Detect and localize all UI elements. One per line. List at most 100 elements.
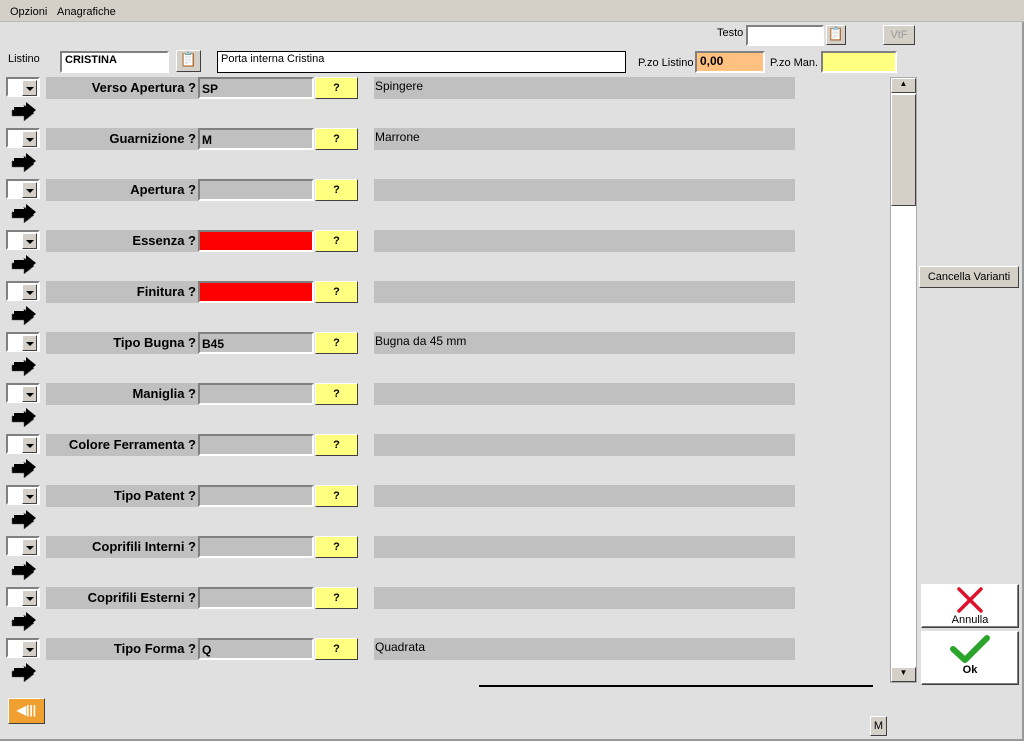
pzo-man-label: P.zo Man. <box>770 57 819 69</box>
scroll-down-button[interactable]: ▼ <box>891 667 916 682</box>
arrow-right-icon[interactable] <box>10 254 38 274</box>
variant-label: Essenza ? <box>46 230 198 252</box>
arrow-right-icon[interactable] <box>10 560 38 580</box>
listino-input[interactable]: CRISTINA <box>60 51 169 73</box>
pzo-listino-input[interactable]: 0,00 <box>695 51 765 73</box>
variant-lookup-button[interactable]: ? <box>315 332 358 354</box>
chevron-down-icon[interactable] <box>22 386 37 402</box>
variant-combo[interactable] <box>6 587 40 607</box>
chevron-down-icon[interactable] <box>22 284 37 300</box>
variant-description: Quadrata <box>374 638 795 660</box>
testo-lookup-icon[interactable]: 📋 <box>826 25 846 45</box>
chevron-down-icon[interactable] <box>22 182 37 198</box>
chevron-down-icon[interactable] <box>22 488 37 504</box>
variant-lookup-button[interactable]: ? <box>315 536 358 558</box>
ok-button[interactable]: Ok <box>921 631 1019 685</box>
variant-combo[interactable] <box>6 638 40 658</box>
arrow-right-icon[interactable] <box>10 305 38 325</box>
variant-code-input[interactable]: M <box>198 128 314 150</box>
variant-description: Bugna da 45 mm <box>374 332 795 354</box>
variant-combo[interactable] <box>6 230 40 250</box>
pzo-man-input[interactable] <box>821 51 897 73</box>
variant-combo[interactable] <box>6 128 40 148</box>
variant-code-input[interactable] <box>198 587 314 609</box>
chevron-down-icon[interactable] <box>22 335 37 351</box>
chevron-down-icon[interactable] <box>22 641 37 657</box>
scroll-up-button[interactable]: ▲ <box>891 78 916 93</box>
variant-lookup-button[interactable]: ? <box>315 230 358 252</box>
listino-lookup-icon[interactable]: 📋 <box>176 50 201 72</box>
variant-description <box>374 587 795 609</box>
variant-code-input[interactable] <box>198 383 314 405</box>
variant-combo[interactable] <box>6 434 40 454</box>
chevron-down-icon[interactable] <box>22 80 37 96</box>
variant-lookup-button[interactable]: ? <box>315 383 358 405</box>
variant-description <box>374 434 795 456</box>
cancella-varianti-button[interactable]: Cancella Varianti <box>919 266 1019 288</box>
testo-input[interactable] <box>746 25 824 46</box>
variant-lookup-button[interactable]: ? <box>315 128 358 150</box>
variant-label: Coprifili Esterni ? <box>46 587 198 609</box>
chevron-down-icon[interactable] <box>22 539 37 555</box>
variant-combo[interactable] <box>6 281 40 301</box>
arrow-right-icon[interactable] <box>10 356 38 376</box>
variant-lookup-button[interactable]: ? <box>315 485 358 507</box>
pzo-listino-label: P.zo Listino <box>638 57 694 69</box>
arrow-right-icon[interactable] <box>10 203 38 223</box>
variant-code-input[interactable] <box>198 179 314 201</box>
divider <box>479 685 873 687</box>
arrow-right-icon[interactable] <box>10 458 38 478</box>
arrow-right-icon[interactable] <box>10 407 38 427</box>
variant-code-input[interactable]: Q <box>198 638 314 660</box>
arrow-right-icon[interactable] <box>10 662 38 682</box>
variant-combo[interactable] <box>6 536 40 556</box>
scroll-thumb[interactable] <box>891 94 916 206</box>
arrow-right-icon[interactable] <box>10 509 38 529</box>
variant-description <box>374 230 795 252</box>
variant-lookup-button[interactable]: ? <box>315 434 358 456</box>
variant-combo[interactable] <box>6 179 40 199</box>
scrollbar[interactable]: ▲ ▼ <box>890 77 917 683</box>
variant-description: Spingere <box>374 77 795 99</box>
variant-lookup-button[interactable]: ? <box>315 179 358 201</box>
m-button[interactable]: M <box>870 716 887 736</box>
variant-code-input[interactable] <box>198 485 314 507</box>
chevron-down-icon[interactable] <box>22 590 37 606</box>
back-nav-icon[interactable]: ◀||| <box>8 698 45 724</box>
vtf-button[interactable]: VtF <box>883 25 915 45</box>
variant-combo[interactable] <box>6 485 40 505</box>
variant-combo[interactable] <box>6 383 40 403</box>
variant-code-input[interactable] <box>198 281 314 303</box>
variant-lookup-button[interactable]: ? <box>315 281 358 303</box>
description-input[interactable]: Porta interna Cristina <box>217 51 626 73</box>
chevron-down-icon[interactable] <box>22 233 37 249</box>
variant-description <box>374 179 795 201</box>
variant-combo[interactable] <box>6 77 40 97</box>
variant-lookup-button[interactable]: ? <box>315 77 358 99</box>
close-icon <box>957 587 983 613</box>
variant-label: Finitura ? <box>46 281 198 303</box>
variant-lookup-button[interactable]: ? <box>315 587 358 609</box>
arrow-right-icon[interactable] <box>10 611 38 631</box>
variant-code-input[interactable]: SP <box>198 77 314 99</box>
variant-code-input[interactable] <box>198 230 314 252</box>
variant-code-input[interactable] <box>198 536 314 558</box>
testo-label: Testo <box>717 27 744 39</box>
variant-label: Apertura ? <box>46 179 198 201</box>
menu-anagrafiche[interactable]: Anagrafiche <box>57 6 116 18</box>
annulla-label: Annulla <box>951 614 989 626</box>
variant-label: Tipo Patent ? <box>46 485 198 507</box>
chevron-down-icon[interactable] <box>22 131 37 147</box>
arrow-right-icon[interactable] <box>10 152 38 172</box>
arrow-right-icon[interactable] <box>10 101 38 121</box>
variant-code-input[interactable] <box>198 434 314 456</box>
menu-opzioni[interactable]: Opzioni <box>10 6 47 18</box>
variant-combo[interactable] <box>6 332 40 352</box>
variant-code-input[interactable]: B45 <box>198 332 314 354</box>
variant-label: Tipo Forma ? <box>46 638 198 660</box>
variant-label: Colore Ferramenta ? <box>46 434 198 456</box>
annulla-button[interactable]: Annulla <box>921 584 1019 628</box>
chevron-down-icon[interactable] <box>22 437 37 453</box>
variant-description <box>374 485 795 507</box>
variant-lookup-button[interactable]: ? <box>315 638 358 660</box>
